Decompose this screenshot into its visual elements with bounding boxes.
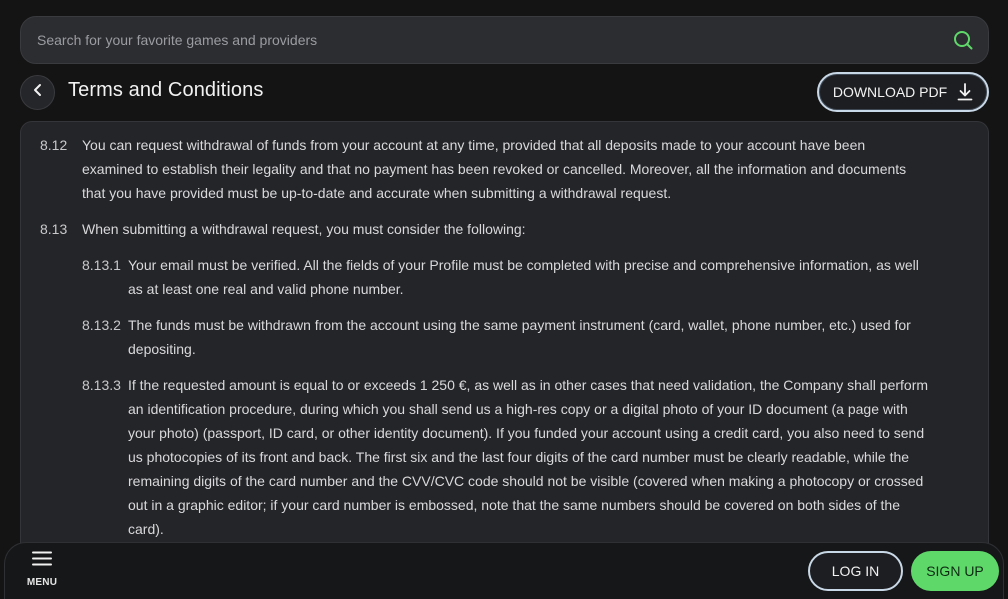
clause-text: The funds must be withdrawn from the acc… bbox=[128, 313, 911, 361]
clause-text: You can request withdrawal of funds from… bbox=[82, 133, 906, 205]
clause-8-13-3: 8.13.3 If the requested amount is equal … bbox=[82, 373, 982, 541]
menu-label: MENU bbox=[26, 577, 58, 588]
clause-line: as at least one real and valid phone num… bbox=[128, 281, 404, 297]
signup-button[interactable]: SIGN UP bbox=[911, 551, 999, 591]
clause-line: your photo) (passport, ID card, or other… bbox=[128, 425, 925, 441]
search-icon[interactable] bbox=[952, 29, 974, 51]
search-input[interactable] bbox=[37, 32, 952, 48]
download-icon bbox=[957, 83, 973, 101]
clause-number: 8.12 bbox=[40, 137, 68, 153]
clause-text: Your email must be verified. All the fie… bbox=[128, 253, 919, 301]
hamburger-icon bbox=[32, 551, 52, 571]
clause-number: 8.13.3 bbox=[82, 377, 121, 393]
menu-button[interactable]: MENU bbox=[25, 551, 59, 593]
clause-number: 8.13 bbox=[40, 221, 68, 237]
download-pdf-label: DOWNLOAD PDF bbox=[832, 84, 948, 100]
search-bar[interactable] bbox=[20, 16, 989, 64]
clause-line: remaining digits of the card number and … bbox=[128, 473, 924, 489]
clause-line: When submitting a withdrawal request, yo… bbox=[82, 221, 526, 237]
bottom-bar: MENU LOG IN SIGN UP bbox=[4, 542, 1004, 599]
clause-line: You can request withdrawal of funds from… bbox=[82, 137, 866, 153]
clause-8-13: 8.13 When submitting a withdrawal reques… bbox=[40, 217, 970, 241]
clause-line: The funds must be withdrawn from the acc… bbox=[128, 317, 911, 333]
clause-text: If the requested amount is equal to or e… bbox=[128, 373, 928, 541]
clause-line: us photocopies of its front and back. Th… bbox=[128, 449, 910, 465]
clause-line: examined to establish their legality and… bbox=[82, 161, 907, 177]
clause-line: depositing. bbox=[128, 341, 196, 357]
clause-8-12: 8.12 You can request withdrawal of funds… bbox=[40, 133, 970, 205]
clause-line: out in a graphic editor; if your card nu… bbox=[128, 497, 901, 513]
clause-text: When submitting a withdrawal request, yo… bbox=[82, 217, 526, 241]
clause-line: an identification procedure, during whic… bbox=[128, 401, 908, 417]
terms-content[interactable]: 8.12 You can request withdrawal of funds… bbox=[20, 121, 989, 599]
download-pdf-button[interactable]: DOWNLOAD PDF bbox=[817, 72, 989, 112]
clause-number: 8.13.1 bbox=[82, 257, 121, 273]
login-button[interactable]: LOG IN bbox=[808, 551, 903, 591]
clause-line: card). bbox=[128, 521, 164, 537]
clause-8-13-2: 8.13.2 The funds must be withdrawn from … bbox=[82, 313, 982, 361]
clause-number: 8.13.2 bbox=[82, 317, 121, 333]
clause-line: that you have provided must be up-to-dat… bbox=[82, 185, 672, 201]
clause-line: If the requested amount is equal to or e… bbox=[128, 377, 929, 393]
page: Terms and Conditions DOWNLOAD PDF 8.12 Y… bbox=[0, 0, 1008, 599]
page-title: Terms and Conditions bbox=[68, 79, 264, 101]
clause-line: Your email must be verified. All the fie… bbox=[128, 257, 919, 273]
back-button[interactable] bbox=[20, 75, 55, 110]
chevron-left-icon bbox=[32, 83, 44, 102]
clause-8-13-1: 8.13.1 Your email must be verified. All … bbox=[82, 253, 982, 301]
